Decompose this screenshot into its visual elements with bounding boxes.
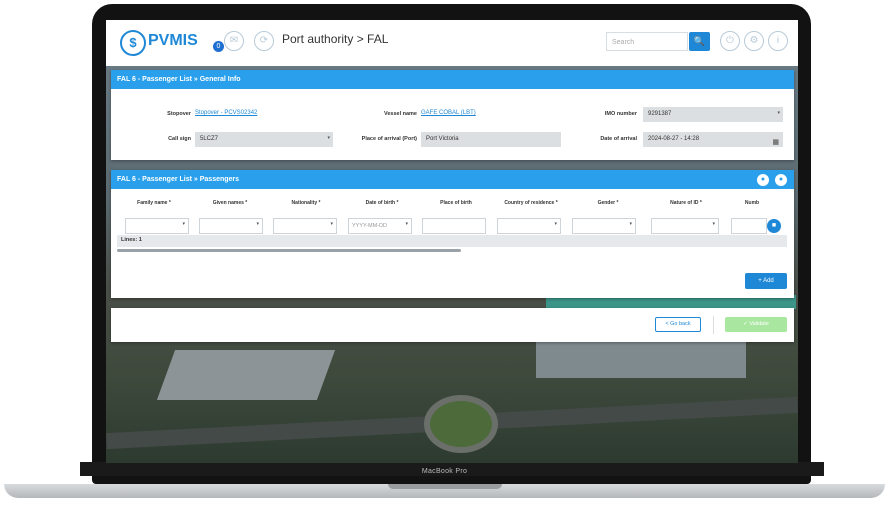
- place-field[interactable]: Port Victoria: [421, 132, 561, 147]
- general-info-header: FAL 6 - Passenger List » General Info: [111, 70, 794, 89]
- callsign-value: 5LCZ7: [200, 136, 219, 142]
- chevron-down-icon: ▾: [330, 221, 333, 227]
- passengers-panel: FAL 6 - Passenger List » Passengers ● ● …: [111, 170, 794, 298]
- search-input[interactable]: Search: [606, 32, 688, 51]
- chevron-down-icon: ▾: [256, 221, 259, 227]
- info-icon[interactable]: i: [768, 31, 788, 51]
- horizontal-scrollbar[interactable]: [117, 249, 461, 252]
- given-names-input[interactable]: ▾: [199, 218, 263, 234]
- chevron-down-icon: ▾: [629, 221, 632, 227]
- top-bar: $ PVMIS ✉ 0 ⟳ Port authority > FAL Searc…: [106, 20, 798, 66]
- date-field[interactable]: 2024-08-27 - 14:28 ▦: [643, 132, 783, 147]
- actions-panel: < Go back ✓ Validate: [111, 308, 794, 342]
- chevron-down-icon: ▾: [405, 221, 408, 227]
- logo-icon: $: [120, 30, 146, 56]
- place-value: Port Victoria: [426, 136, 459, 142]
- laptop-notch: [388, 484, 502, 489]
- lines-count: Lines: 1: [121, 237, 142, 243]
- aerial-building: [536, 342, 746, 378]
- family-name-input[interactable]: ▾: [125, 218, 189, 234]
- notification-badge: 0: [213, 41, 224, 52]
- calendar-icon[interactable]: ▦: [772, 135, 779, 150]
- column-header: Gender *: [597, 200, 619, 206]
- logo-text: PVMIS: [148, 32, 198, 49]
- column-header: Nature of ID *: [670, 200, 702, 206]
- nature-of-id-select[interactable]: ▾: [651, 218, 719, 234]
- user-icon[interactable]: ●: [757, 174, 769, 186]
- chevron-down-icon: ▾: [327, 135, 330, 141]
- date-of-birth-placeholder: YYYY-MM-DD: [352, 223, 387, 229]
- passengers-header: FAL 6 - Passenger List » Passengers ● ●: [111, 170, 794, 189]
- chevron-down-icon: ▾: [777, 110, 780, 116]
- aerial-building: [156, 350, 336, 400]
- chevron-down-icon: ▾: [182, 221, 185, 227]
- imo-label: IMO number: [604, 111, 637, 117]
- place-of-birth-input[interactable]: [422, 218, 486, 234]
- gender-select[interactable]: ▾: [572, 218, 636, 234]
- callsign-field[interactable]: 5LCZ7 ▾: [195, 132, 333, 147]
- place-label: Place of arrival (Port): [361, 136, 417, 142]
- id-number-input[interactable]: [731, 218, 767, 234]
- aerial-roundabout: [424, 395, 498, 453]
- date-value: 2024-08-27 - 14:28: [648, 136, 700, 142]
- column-header: Given names *: [212, 200, 248, 206]
- column-header: Country of residence *: [504, 200, 558, 206]
- user-icon[interactable]: ●: [775, 174, 787, 186]
- passengers-title: FAL 6 - Passenger List » Passengers: [117, 176, 240, 183]
- search-button[interactable]: 🔍: [689, 32, 710, 51]
- power-icon[interactable]: ⏻: [720, 31, 740, 51]
- chevron-down-icon: ▾: [554, 221, 557, 227]
- imo-field[interactable]: 9291387 ▾: [643, 107, 783, 122]
- column-header: Nationality *: [291, 200, 321, 206]
- refresh-icon[interactable]: ⟳: [254, 31, 274, 51]
- vessel-link[interactable]: GAFE COBAL (LBT): [421, 110, 476, 116]
- stopover-link[interactable]: Stopover - PCVS02342: [195, 110, 257, 116]
- imo-value: 9291387: [648, 111, 672, 117]
- general-info-panel: FAL 6 - Passenger List » General Info St…: [111, 70, 794, 160]
- column-header: Numb: [744, 200, 760, 206]
- validate-button[interactable]: ✓ Validate: [725, 317, 787, 332]
- table-footer: [117, 235, 787, 247]
- stopover-label: Stopover: [167, 111, 191, 117]
- delete-row-icon[interactable]: ■: [767, 219, 781, 233]
- column-header: Date of birth *: [365, 200, 399, 206]
- date-of-birth-input[interactable]: YYYY-MM-DD ▾: [348, 218, 412, 234]
- breadcrumb: Port authority > FAL: [282, 32, 389, 46]
- language-icon[interactable]: ⚙: [744, 31, 764, 51]
- vessel-label: Vessel name: [383, 111, 417, 117]
- callsign-label: Call sign: [168, 136, 191, 142]
- divider: [713, 316, 714, 334]
- column-header: Place of birth: [440, 200, 472, 206]
- go-back-button[interactable]: < Go back: [655, 317, 701, 332]
- chevron-down-icon: ▾: [712, 221, 715, 227]
- messages-icon[interactable]: ✉: [224, 31, 244, 51]
- column-header: Family name *: [137, 200, 171, 206]
- country-of-residence-select[interactable]: ▾: [497, 218, 561, 234]
- nationality-select[interactable]: ▾: [273, 218, 337, 234]
- device-brand: MacBook Pro: [421, 468, 468, 475]
- screen: $ PVMIS ✉ 0 ⟳ Port authority > FAL Searc…: [106, 20, 798, 463]
- add-passenger-button[interactable]: + Add: [745, 273, 787, 289]
- date-label: Date of arrival: [600, 136, 637, 142]
